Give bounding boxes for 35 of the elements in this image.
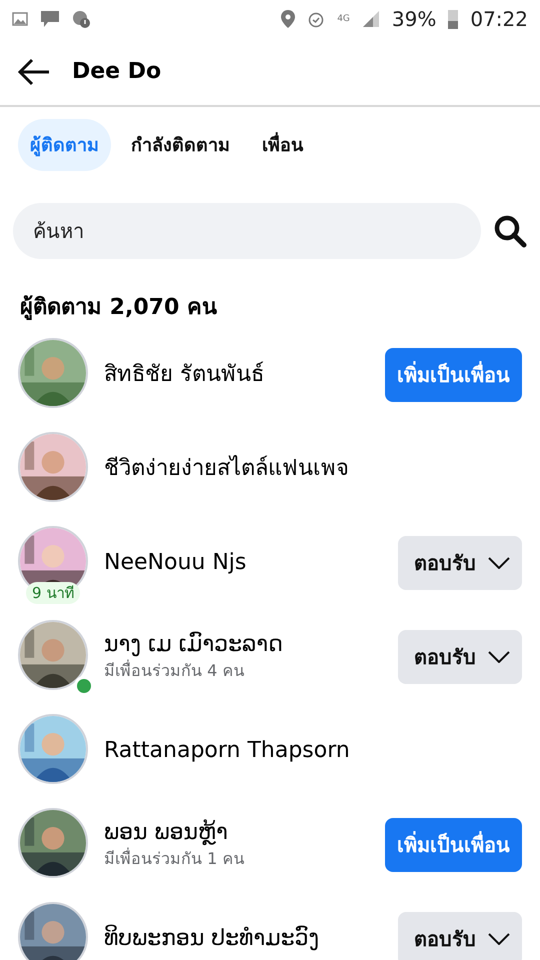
location-icon <box>281 10 296 28</box>
time-badge: 9 นาที <box>26 582 80 604</box>
clock: 07:22 <box>470 6 528 33</box>
person-name[interactable]: ชีวิตง่ายง่ายสไตล์แฟนเพจ <box>104 455 522 483</box>
tab[interactable]: กำลังติดตาม <box>119 119 242 171</box>
add-friend-button[interactable]: เพิ่มเป็นเพื่อน <box>385 818 522 872</box>
message-icon <box>40 10 60 28</box>
chevron-down-icon <box>488 933 510 945</box>
chevron-down-icon <box>488 651 510 663</box>
battery-level: 39% <box>392 6 436 33</box>
person-name[interactable]: ທິບພະກອນ ປະທຳມະວົງ <box>104 925 386 953</box>
tab[interactable]: เพื่อน <box>250 119 315 171</box>
respond-button[interactable]: ตอบรับ <box>398 630 522 684</box>
signal-icon <box>362 10 380 28</box>
tab[interactable]: ผู้ติดตาม <box>18 119 111 171</box>
add-friend-button[interactable]: เพิ่มเป็นเพื่อน <box>385 348 522 402</box>
alarm-icon <box>307 10 326 28</box>
alert-icon <box>72 10 90 28</box>
image-icon <box>12 12 28 26</box>
mutual-friends: มีเพื่อนร่วมกัน 4 คน <box>104 658 246 682</box>
respond-button[interactable]: ตอบรับ <box>398 536 522 590</box>
mutual-friends: มีเพื่อนร่วมกัน 1 คน <box>104 846 246 870</box>
person-name[interactable]: Rattanaporn Thapsorn <box>104 737 522 765</box>
network-label: 4G <box>337 14 350 24</box>
person-name[interactable]: NeeNouu Njs <box>104 549 386 577</box>
person-name[interactable]: สิทธิชัย รัตนพันธ์ <box>104 361 373 389</box>
person-name[interactable]: ພອນ ພອນຫຼ້າ <box>104 819 373 847</box>
battery-icon <box>448 9 458 29</box>
section-title: ผู้ติดตาม 2,070 คน <box>19 294 218 322</box>
search-icon[interactable] <box>493 214 527 248</box>
search-field[interactable]: ค้นหา <box>13 203 481 259</box>
page-title: Dee Do <box>72 58 162 86</box>
respond-button[interactable]: ตอบรับ <box>398 912 522 960</box>
person-name[interactable]: ນາງ ເມ ເມົາວະລາດ <box>104 631 386 659</box>
chevron-down-icon <box>488 557 510 569</box>
